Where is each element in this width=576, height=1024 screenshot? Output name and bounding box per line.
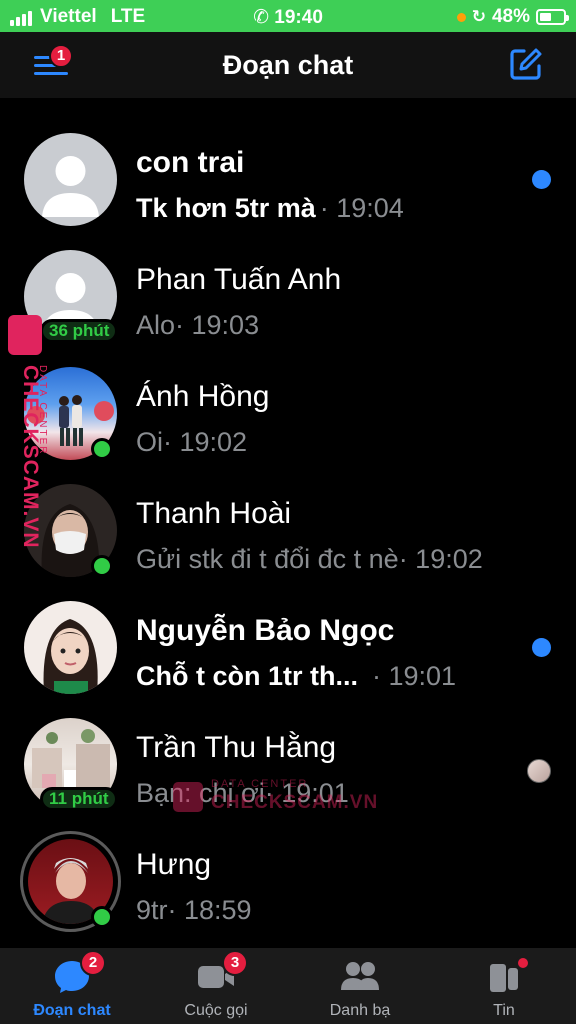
chat-row[interactable]: 36 phút Phan Tuấn Anh Alo · 19:03 xyxy=(0,239,576,356)
lock-icon xyxy=(8,315,42,355)
tab-label: Cuộc gọi xyxy=(184,1002,248,1019)
online-indicator xyxy=(91,906,113,928)
battery-percent: 48% xyxy=(491,6,530,27)
last-message: 9tr xyxy=(136,895,168,925)
tab-label: Danh bạ xyxy=(329,1002,391,1019)
contact-name: Ánh Hồng xyxy=(136,380,270,413)
default-avatar xyxy=(24,133,117,226)
tab-chats[interactable]: 2 Đoạn chat xyxy=(0,948,144,1024)
message-time: · 19:01 xyxy=(372,661,457,691)
contact-name: Nguyễn Bảo Ngọc xyxy=(136,614,395,647)
last-message: Alo xyxy=(136,310,176,340)
status-bar: Viettel LTE ✆ 19:40 ↻ 48% xyxy=(0,0,576,32)
last-message: Gửi stk đi t đổi đc t nè xyxy=(136,544,399,574)
contact-name: Thanh Hoài xyxy=(136,497,292,530)
contact-name: Trần Thu Hằng xyxy=(136,731,337,764)
page-title: Đoạn chat xyxy=(222,50,354,80)
message-time: · 19:03 xyxy=(175,310,260,340)
people-icon xyxy=(341,962,379,990)
phone-icon: ✆ xyxy=(253,7,270,28)
tab-label: Đoạn chat xyxy=(33,1002,111,1019)
contact-name: Hưng xyxy=(136,848,212,881)
message-time: · 19:04 xyxy=(319,193,404,223)
last-message: Tk hơn 5tr mà xyxy=(136,193,316,223)
message-preview: Tk hơn 5tr mà · 19:04 xyxy=(136,193,404,224)
tab-contacts[interactable]: Danh bạ xyxy=(288,948,432,1024)
chat-row[interactable]: con trai Tk hơn 5tr mà · 19:04 xyxy=(0,122,576,239)
tab-badge: 2 xyxy=(80,950,106,976)
tab-badge: 3 xyxy=(222,950,248,976)
chat-row[interactable]: Nguyễn Bảo Ngọc Chỗ t còn 1tr th... · 19… xyxy=(0,590,576,707)
message-preview: Oi · 19:02 xyxy=(136,427,247,458)
chat-list: con trai Tk hơn 5tr mà · 19:04 36 phút P… xyxy=(0,98,576,948)
contact-name: con trai xyxy=(136,146,245,179)
compose-icon xyxy=(510,48,542,80)
watermark-text: CHECKSCAM.VN xyxy=(211,792,379,813)
message-preview: 9tr · 18:59 xyxy=(136,895,252,926)
message-preview: Chỗ t còn 1tr th... · 19:01 xyxy=(136,661,456,692)
unread-dot xyxy=(532,170,551,189)
chat-row[interactable]: Ánh Hồng Oi · 19:02 xyxy=(0,356,576,473)
active-time-badge: 11 phút xyxy=(40,787,118,811)
message-time: · 19:02 xyxy=(398,544,483,574)
last-message: Oi xyxy=(136,427,163,457)
chat-row-partial[interactable] xyxy=(0,98,576,105)
watermark-sub: DATA CENTER xyxy=(211,778,309,790)
app-header: 1 Đoạn chat xyxy=(0,32,576,98)
watermark-side: CHECKSCAM.VN DATA CENTER xyxy=(6,315,48,555)
compose-button[interactable] xyxy=(508,46,544,82)
message-preview: Gửi stk đi t đổi đc t nè · 19:02 xyxy=(136,544,483,575)
chat-row[interactable]: Hưng 9tr · 18:59 xyxy=(0,824,576,941)
last-message: Chỗ t còn 1tr th... xyxy=(136,661,358,691)
message-time: · 19:02 xyxy=(163,427,248,457)
status-time: 19:40 xyxy=(274,7,323,28)
lock-icon xyxy=(173,782,203,812)
photo-avatar xyxy=(24,601,117,694)
tab-stories[interactable]: Tin xyxy=(432,948,576,1024)
message-time: · 18:59 xyxy=(167,895,252,925)
tab-calls[interactable]: 3 Cuộc gọi xyxy=(144,948,288,1024)
notification-dot xyxy=(516,956,530,970)
chat-row[interactable]: Thanh Hoài Gửi stk đi t đổi đc t nè · 19… xyxy=(0,473,576,590)
tab-label: Tin xyxy=(493,1002,515,1019)
orientation-lock-icon: ↻ xyxy=(471,7,486,26)
online-indicator xyxy=(91,438,113,460)
tab-bar: 2 Đoạn chat 3 Cuộc gọi Danh bạ Tin xyxy=(0,948,576,1024)
seen-avatar xyxy=(527,759,551,783)
battery-icon xyxy=(536,9,569,25)
watermark-sub: DATA CENTER xyxy=(37,365,48,456)
mic-indicator-icon xyxy=(456,12,466,22)
unread-dot xyxy=(532,638,551,657)
contact-name: Phan Tuấn Anh xyxy=(136,263,342,296)
online-indicator xyxy=(91,555,113,577)
message-preview: Alo · 19:03 xyxy=(136,310,259,341)
active-time-badge: 36 phút xyxy=(40,319,119,343)
